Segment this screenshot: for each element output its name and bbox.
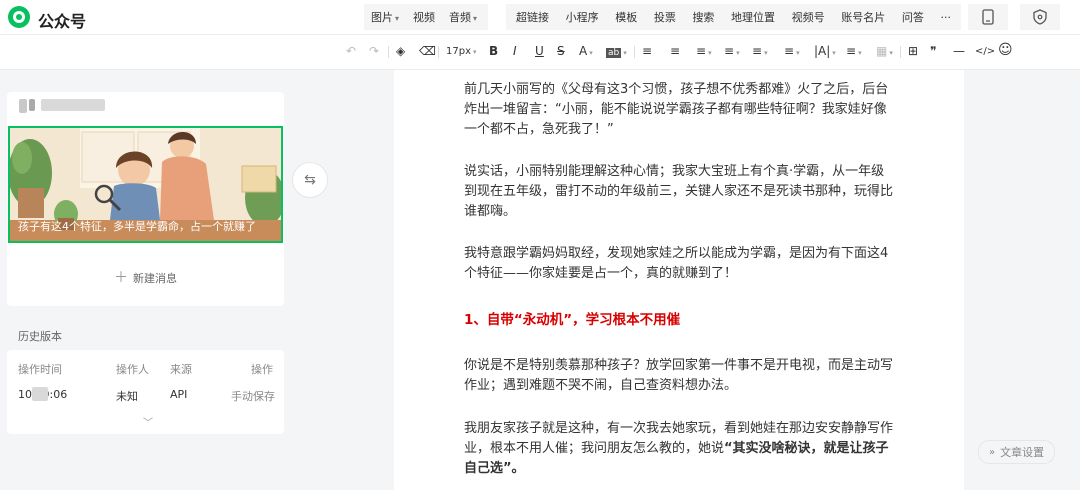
- swap-icon: ⇆: [304, 172, 316, 188]
- article-editor[interactable]: 前几天小丽写的《父母有这3个习惯，孩子想不优秀都难》火了之后，后台炸出一堆留言：…: [394, 70, 964, 490]
- indent-spacing-icon[interactable]: ≡ ▾: [784, 44, 800, 58]
- paragraph[interactable]: 我特意跟学霸妈妈取经，发现她家娃之所以能成为学霸，是因为有下面这4个特征——你家…: [464, 244, 896, 284]
- menu-channels[interactable]: 视频号: [785, 9, 832, 25]
- chevron-down-icon: ▾: [623, 49, 627, 57]
- history-title: 历史版本: [18, 330, 62, 343]
- border-icon[interactable]: ▦ ▾: [876, 44, 893, 58]
- article-settings-button[interactable]: » 文章设置: [978, 440, 1056, 464]
- redo-icon[interactable]: ↷: [369, 44, 379, 58]
- shield-icon: [1033, 9, 1047, 25]
- menu-image[interactable]: 图片 ▾: [364, 9, 406, 25]
- section-heading[interactable]: 1、自带“永动机”，学习根本不用催: [464, 310, 896, 330]
- history-col-source: 来源: [170, 363, 192, 376]
- insert-menu: 图片 ▾ 视频 音频 ▾: [364, 4, 488, 30]
- underline-button[interactable]: U: [535, 44, 544, 58]
- article-cover[interactable]: 孩子有这4个特征，多半是学霸命，占一个就赚了: [8, 126, 283, 243]
- chevron-down-icon: ▾: [796, 49, 800, 57]
- preview-mobile-button[interactable]: [968, 4, 1008, 30]
- paragraph[interactable]: 你说是不是特别羡慕那种孩子？放学回家第一件事不是开电视，而是主动写作业；遇到难题…: [464, 356, 896, 396]
- blurred-account-info: [19, 99, 105, 113]
- bg-color-button[interactable]: ab ▾: [606, 44, 627, 58]
- font-color-button[interactable]: A ▾: [579, 44, 593, 58]
- history-col-action: 操作: [251, 363, 273, 376]
- chevron-down-icon: ▾: [708, 49, 712, 57]
- widget-menu: 超链接 小程序 模板 投票 搜索 地理位置 视频号 账号名片 问答 ···: [506, 4, 961, 30]
- blurred-date: [32, 387, 48, 401]
- list-icon[interactable]: ≡ ▾: [696, 44, 712, 58]
- history-row-operator: 未知: [116, 390, 138, 403]
- history-table: 操作时间 操作人 来源 操作 10 19:06 未知 API 手动保存 ﹀: [7, 350, 284, 434]
- brand-title: 公众号: [38, 12, 87, 31]
- menu-vote[interactable]: 投票: [647, 9, 683, 25]
- chevron-down-icon: ▾: [473, 14, 478, 23]
- phone-icon: [982, 9, 994, 25]
- menu-audio[interactable]: 音频 ▾: [442, 9, 484, 25]
- chevron-down-icon: ▾: [858, 49, 862, 57]
- undo-icon[interactable]: ↶: [346, 44, 356, 58]
- indent-icon[interactable]: ≡: [670, 44, 680, 58]
- swap-article-button[interactable]: ⇆: [292, 162, 328, 198]
- top-bar: 公众号 图片 ▾ 视频 音频 ▾ 超链接 小程序 模板 投票 搜索 地理位置 视频号…: [0, 0, 1080, 35]
- font-size-select[interactable]: 17px ▾: [446, 46, 477, 57]
- chevron-down-icon: ▾: [736, 49, 740, 57]
- format-painter-icon[interactable]: ◈: [396, 44, 405, 58]
- toolbar-divider: [900, 46, 901, 58]
- menu-qa[interactable]: 问答: [895, 9, 931, 25]
- code-icon[interactable]: </>: [975, 46, 995, 57]
- strikethrough-button[interactable]: S: [557, 44, 565, 58]
- expand-chevron-icon[interactable]: ﹀: [143, 414, 153, 429]
- divider-line-icon[interactable]: —: [953, 44, 965, 58]
- chevron-down-icon: ▾: [589, 49, 593, 57]
- double-chevron-icon: »: [989, 446, 996, 458]
- menu-search[interactable]: 搜索: [685, 9, 721, 25]
- table-icon[interactable]: ⊞: [908, 44, 918, 58]
- chevron-down-icon: ▾: [832, 49, 836, 57]
- cover-caption: 孩子有这4个特征，多半是学霸命，占一个就赚了: [18, 220, 256, 233]
- toolbar-divider: [438, 46, 439, 58]
- toolbar-divider: [634, 46, 635, 58]
- line-height-icon[interactable]: ≡ ▾: [724, 44, 740, 58]
- chevron-down-icon: ▾: [764, 49, 768, 57]
- format-toolbar: ↶ ↷ ◈ ⌫ 17px ▾ B I U S A ▾ ab ▾ ≡ ≡ ≡ ▾ ≡ ▾ ≡…: [0, 35, 1080, 70]
- letter-spacing-icon[interactable]: |A| ▾: [814, 44, 836, 58]
- quote-icon[interactable]: ❞: [930, 44, 936, 58]
- paragraph[interactable]: 我朋友家孩子就是这种，有一次我去她家玩，看到她娃在那边安安静静写作业，根本不用人…: [464, 419, 896, 479]
- chevron-down-icon: ▾: [889, 49, 893, 57]
- menu-video[interactable]: 视频: [406, 9, 442, 25]
- chevron-down-icon: ▾: [473, 48, 477, 56]
- paragraph-spacing-icon[interactable]: ≡ ▾: [752, 44, 768, 58]
- more-icon[interactable]: ···: [933, 11, 958, 24]
- history-col-operator: 操作人: [116, 363, 149, 376]
- wechat-logo-icon: [8, 6, 30, 28]
- paragraph[interactable]: 前几天小丽写的《父母有这3个习惯，孩子想不优秀都难》火了之后，后台炸出一堆留言：…: [464, 80, 896, 140]
- bold-button[interactable]: B: [489, 44, 498, 58]
- emoji-icon[interactable]: ☺: [998, 42, 1013, 58]
- article-card: 孩子有这4个特征，多半是学霸命，占一个就赚了 ＋新建消息: [7, 92, 284, 306]
- history-row-source: API: [170, 388, 188, 401]
- menu-mini-program[interactable]: 小程序: [559, 9, 606, 25]
- originality-button[interactable]: [1020, 4, 1060, 30]
- menu-template[interactable]: 模板: [608, 9, 644, 25]
- italic-button[interactable]: I: [513, 44, 517, 58]
- toolbar-divider: [388, 46, 389, 58]
- clear-format-icon[interactable]: ⌫: [419, 44, 436, 58]
- history-row-action[interactable]: 手动保存: [231, 388, 275, 404]
- new-message-button[interactable]: ＋新建消息: [7, 267, 284, 287]
- menu-location[interactable]: 地理位置: [724, 9, 782, 25]
- paragraph[interactable]: 说实话，小丽特别能理解这种心情；我家大宝班上有个真·学霸，从一年级到现在五年级，…: [464, 162, 896, 222]
- plus-icon: ＋: [114, 270, 128, 286]
- chevron-down-icon: ▾: [395, 14, 400, 23]
- align-left-icon[interactable]: ≡: [642, 44, 652, 58]
- menu-account-card[interactable]: 账号名片: [834, 9, 892, 25]
- history-col-time: 操作时间: [18, 363, 62, 376]
- menu-hyperlink[interactable]: 超链接: [509, 9, 556, 25]
- margin-icon[interactable]: ≡ ▾: [846, 44, 862, 58]
